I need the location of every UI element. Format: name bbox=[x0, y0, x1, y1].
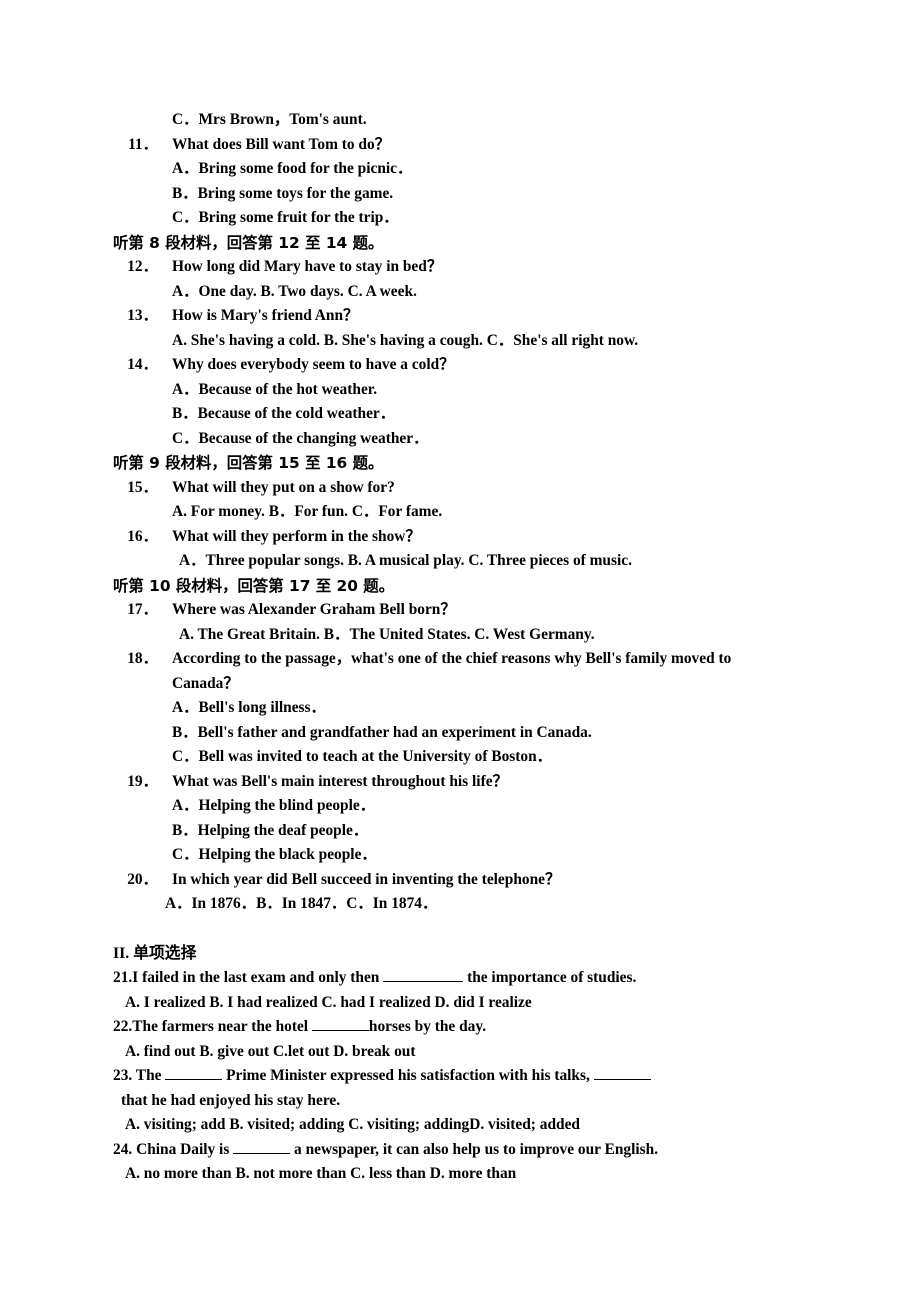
question-23-part-1: 23. The bbox=[113, 1067, 166, 1084]
question-18-option-c: C．Bell was invited to teach at the Unive… bbox=[172, 748, 553, 765]
question-21-text-after: the importance of studies. bbox=[463, 969, 637, 986]
question-15-text: What will they put on a show for? bbox=[172, 478, 395, 496]
question-15: 15． What will they put on a show for? bbox=[113, 476, 793, 501]
question-24-blank[interactable] bbox=[233, 1152, 291, 1154]
question-24-options: A. no more than B. not more than C. less… bbox=[125, 1165, 517, 1182]
question-17-text: Where was Alexander Graham Bell born？ bbox=[172, 601, 456, 618]
question-16-options: A．Three popular songs. B. A musical play… bbox=[179, 552, 632, 569]
question-24-text-after: a newspaper, it can also help us to impr… bbox=[290, 1140, 659, 1158]
question-23-blank-1[interactable] bbox=[165, 1079, 223, 1080]
question-12: 12． How long did Mary have to stay in bed… bbox=[113, 255, 793, 280]
question-18: 18． According to the passage，what's one o… bbox=[113, 647, 793, 696]
question-14-option-c: C．Because of the changing weather． bbox=[172, 429, 429, 447]
listening-instruction-9: 听第 9 段材料，回答第 15 至 16 题。 bbox=[113, 454, 384, 472]
question-23-part-2: Prime Minister expressed his satisfactio… bbox=[222, 1067, 594, 1084]
question-19-option-b: B．Helping the deaf people． bbox=[172, 821, 369, 839]
question-14: 14． Why does everybody seem to have a col… bbox=[113, 353, 793, 378]
question-18-number: 18． bbox=[127, 650, 158, 667]
question-17: 17． Where was Alexander Graham Bell born？ bbox=[113, 598, 793, 623]
question-16-number: 16． bbox=[127, 527, 158, 545]
question-11-option-a: A．Bring some food for the picnic． bbox=[172, 160, 413, 177]
question-23-options: A. visiting; add B. visited; adding C. v… bbox=[125, 1116, 580, 1133]
listening-instruction-10: 听第 10 段材料，回答第 17 至 20 题。 bbox=[113, 576, 395, 595]
question-21-options: A. I realized B. I had realized C. had I… bbox=[125, 993, 532, 1011]
question-11: 11． What does Bill want Tom to do？ bbox=[113, 133, 793, 158]
question-19-option-a: A．Helping the blind people． bbox=[172, 797, 376, 814]
question-22-blank[interactable] bbox=[311, 1030, 369, 1031]
question-21: 21.I failed in the last exam and only th… bbox=[113, 966, 793, 991]
page-content: C．Mrs Brown，Tom's aunt. 11． What does Bil… bbox=[113, 108, 793, 1187]
question-12-options: A．One day. B. Two days. C. A week. bbox=[172, 282, 417, 300]
listening-orphan-option: C．Mrs Brown，Tom's aunt. bbox=[172, 111, 367, 128]
question-13: 13． How is Mary's friend Ann？ bbox=[113, 304, 793, 329]
question-23-line-2: that he had enjoyed his stay here. bbox=[121, 1091, 341, 1109]
question-12-number: 12． bbox=[127, 258, 158, 275]
question-13-options: A. She's having a cold. B. She's having … bbox=[172, 331, 639, 349]
question-13-text: How is Mary's friend Ann？ bbox=[172, 307, 359, 324]
question-11-option-b: B．Bring some toys for the game. bbox=[172, 184, 394, 202]
question-21-blank[interactable] bbox=[383, 981, 464, 982]
question-22-options: A. find out B. give out C.let out D. bre… bbox=[125, 1042, 416, 1060]
question-18-text: According to the passage，what's one of t… bbox=[172, 650, 732, 692]
question-11-text: What does Bill want Tom to do？ bbox=[172, 135, 391, 153]
section-2-heading: II. 单项选择 bbox=[113, 941, 793, 967]
question-17-number: 17． bbox=[127, 601, 158, 618]
question-11-option-c: C．Bring some fruit for the trip． bbox=[172, 209, 399, 226]
question-24-text-before: 24. China Daily is bbox=[113, 1140, 234, 1158]
question-20-number: 20． bbox=[127, 870, 158, 888]
question-18-option-a: A．Bell's long illness． bbox=[172, 699, 326, 716]
question-15-options: A. For money. B．For fun. C．For fame. bbox=[172, 503, 443, 520]
question-17-options: A. The Great Britain. B．The United State… bbox=[179, 625, 595, 643]
question-20-options: A．In 1876．B．In 1847．C．In 1874． bbox=[165, 895, 438, 912]
question-19-text: What was Bell's main interest throughout… bbox=[172, 772, 508, 790]
question-14-option-a: A．Because of the hot weather. bbox=[172, 380, 378, 398]
question-22: 22.The farmers near the hotel horses by … bbox=[113, 1015, 793, 1040]
question-23-line-1: 23. The Prime Minister expressed his sat… bbox=[113, 1064, 793, 1089]
question-22-text-after: horses by the day. bbox=[368, 1018, 487, 1035]
question-18-option-b: B．Bell's father and grandfather had an e… bbox=[172, 723, 592, 741]
question-12-text: How long did Mary have to stay in bed？ bbox=[172, 258, 443, 275]
question-14-text: Why does everybody seem to have a cold？ bbox=[172, 356, 455, 373]
question-15-number: 15． bbox=[127, 478, 158, 496]
section-2-roman: II. bbox=[113, 944, 134, 962]
question-16-text: What will they perform in the show？ bbox=[172, 527, 421, 545]
question-14-option-b: B．Because of the cold weather． bbox=[172, 405, 396, 422]
question-22-text-before: 22.The farmers near the hotel bbox=[113, 1018, 312, 1035]
question-20: 20． In which year did Bell succeed in inv… bbox=[113, 868, 793, 893]
question-11-number: 11． bbox=[128, 135, 158, 153]
question-14-number: 14． bbox=[127, 356, 158, 373]
section-2-title-cn: 单项选择 bbox=[133, 942, 197, 962]
listening-instruction-8: 听第 8 段材料，回答第 12 至 14 题。 bbox=[113, 233, 384, 252]
question-21-text-before: 21.I failed in the last exam and only th… bbox=[113, 969, 384, 986]
question-16: 16． What will they perform in the show？ bbox=[113, 525, 793, 550]
exam-page: C．Mrs Brown，Tom's aunt. 11． What does Bil… bbox=[0, 0, 920, 1302]
question-19-number: 19． bbox=[127, 772, 158, 790]
question-13-number: 13． bbox=[127, 307, 158, 324]
question-20-text: In which year did Bell succeed in invent… bbox=[172, 870, 561, 888]
question-19-option-c: C．Helping the black people． bbox=[172, 846, 377, 863]
question-24: 24. China Daily is a newspaper, it can a… bbox=[113, 1138, 793, 1163]
question-23-blank-2[interactable] bbox=[593, 1079, 651, 1080]
question-19: 19． What was Bell's main interest through… bbox=[113, 770, 793, 795]
